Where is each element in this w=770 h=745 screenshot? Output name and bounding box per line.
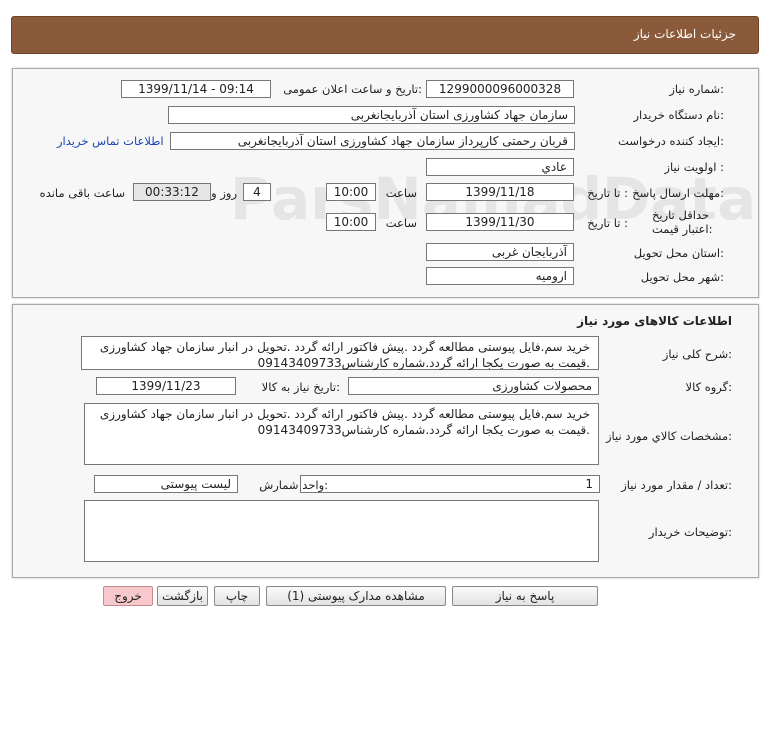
buyer-notes-field <box>84 500 599 562</box>
validity-time-label: ساعت <box>385 216 417 230</box>
announce-field: 1399/11/14 - 09:14 <box>121 80 271 98</box>
buyer-label: نام دستگاه خریدار: <box>633 108 724 122</box>
validity-date-field: 1399/11/30 <box>426 213 574 231</box>
validity-time-field: 10:00 <box>326 213 376 231</box>
page-title: جزئیات اطلاعات نیاز <box>633 27 736 41</box>
province-label: استان محل تحویل: <box>633 246 724 260</box>
unit-field: لیست پیوستی <box>94 475 238 493</box>
deadline-time-label: ساعت <box>385 186 417 200</box>
remaining-time-field: 00:33:12 <box>133 183 211 201</box>
creator-label: ایجاد کننده درخواست: <box>618 134 724 148</box>
remaining-label: ساعت باقی مانده <box>39 186 125 200</box>
unit-label: واحد شمارش: <box>259 478 328 492</box>
deadline-time-field: 10:00 <box>326 183 376 201</box>
goods-section-title: اطلاعات کالاهای مورد نیاز <box>577 314 732 328</box>
buyer-notes-label: توضیحات خریدار: <box>648 525 732 539</box>
need-date-field: 1399/11/23 <box>96 377 236 395</box>
reply-button[interactable]: پاسخ به نیاز <box>452 586 598 606</box>
deadline-label: مهلت ارسال پاسخ: <box>632 186 724 200</box>
need-info-panel <box>12 68 759 298</box>
specs-line-1: خرید سم.فایل پیوستی مطالعه گردد .پیش فاک… <box>99 407 590 421</box>
city-label: شهر محل تحویل: <box>640 270 724 284</box>
priority-field: عادي <box>426 158 574 176</box>
validity-until-label: تا تاریخ : <box>587 216 628 230</box>
goods-group-label: گروه کالا: <box>685 380 732 394</box>
creator-field: قربان رحمتی کارپرداز سازمان جهاد کشاورزی… <box>170 132 575 150</box>
print-button[interactable]: چاپ <box>214 586 260 606</box>
description-line-1: خرید سم.فایل پیوستی مطالعه گردد .پیش فاک… <box>99 340 590 354</box>
need-number-field: 1299000096000328 <box>426 80 574 98</box>
specs-label: مشخصات کالاي مورد نياز: <box>605 429 732 443</box>
back-button[interactable]: بازگشت <box>157 586 208 606</box>
days-label: روز و <box>211 186 237 200</box>
need-date-label: تاریخ نیاز به کالا: <box>261 380 340 394</box>
buyer-contact-link[interactable]: اطلاعات تماس خریدار <box>57 134 164 148</box>
specs-line-2: .قیمت به صورت یکجا ارائه گردد.شماره کارش… <box>257 423 590 437</box>
announce-label: تاریخ و ساعت اعلان عمومی: <box>283 82 422 96</box>
quantity-field: 1 <box>300 475 600 493</box>
description-field: خرید سم.فایل پیوستی مطالعه گردد .پیش فاک… <box>81 336 599 370</box>
exit-button[interactable]: خروج <box>103 586 153 606</box>
description-line-2: .قیمت به صورت یکجا ارائه گردد.شماره کارش… <box>257 356 590 370</box>
specs-field: خرید سم.فایل پیوستی مطالعه گردد .پیش فاک… <box>84 403 599 465</box>
deadline-date-field: 1399/11/18 <box>426 183 574 201</box>
need-number-label: شماره نیاز: <box>669 82 724 96</box>
page-header: جزئیات اطلاعات نیاز <box>11 16 759 54</box>
deadline-until-label: تا تاریخ : <box>587 186 628 200</box>
view-attachments-button[interactable]: مشاهده مدارک پیوستی (1) <box>266 586 446 606</box>
description-label: شرح کلی نیاز: <box>662 347 732 361</box>
priority-label: اولویت نیاز : <box>664 160 724 174</box>
buyer-field: سازمان جهاد کشاورزی استان آذربایجانغربی <box>168 106 575 124</box>
city-field: ارومیه <box>426 267 574 285</box>
days-field: 4 <box>243 183 271 201</box>
quantity-label: تعداد / مقدار مورد نیاز: <box>621 478 732 492</box>
validity-label: حداقل تاریخ اعتبار قیمت: <box>652 208 713 236</box>
province-field: آذربایجان غربی <box>426 243 574 261</box>
goods-group-field: محصولات کشاورزی <box>348 377 599 395</box>
